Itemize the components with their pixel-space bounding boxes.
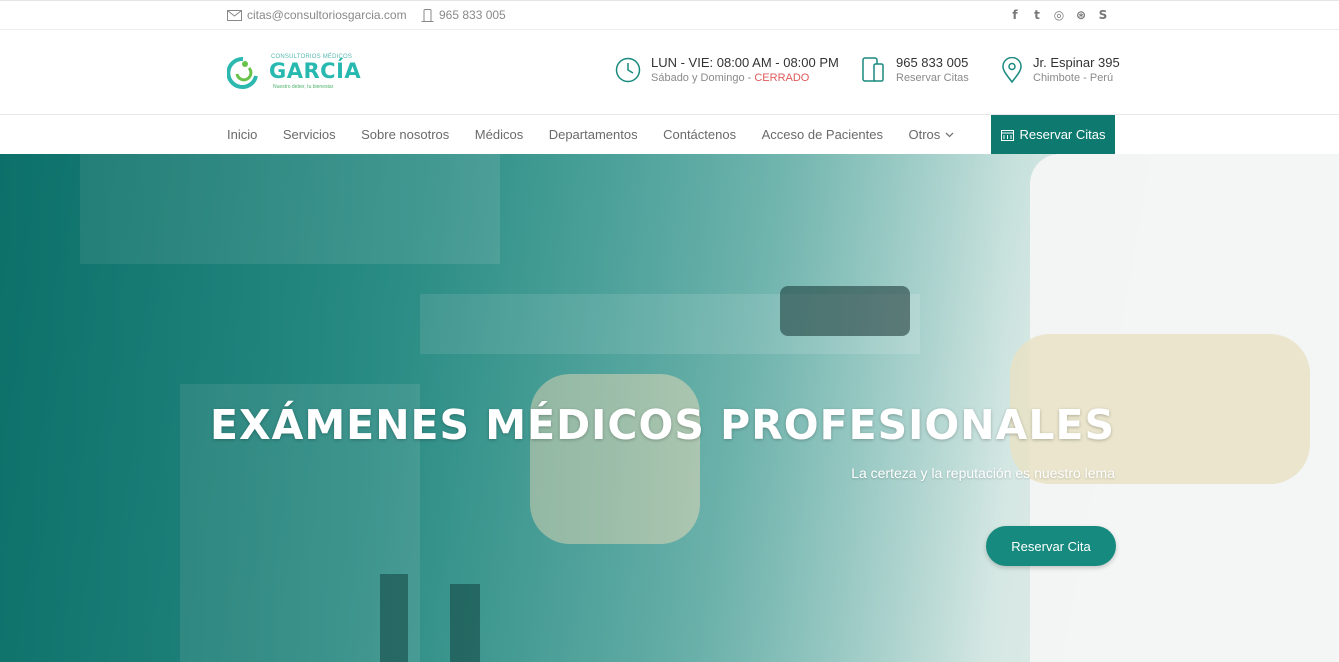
main-nav: Inicio Servicios Sobre nosotros Médicos … <box>0 115 1339 154</box>
logo-name: GARCÍA <box>269 59 362 83</box>
top-bar: citas@consultoriosgarcia.com 965 833 005… <box>0 0 1339 30</box>
nav-item-acceso-pacientes[interactable]: Acceso de Pacientes <box>762 127 883 142</box>
nav-menu: Inicio Servicios Sobre nosotros Médicos … <box>227 115 980 154</box>
envelope-icon <box>227 9 242 21</box>
address: Jr. Espinar 395 Chimbote - Perú <box>1001 55 1120 85</box>
booking-phone[interactable]: 965 833 005 Reservar Citas <box>860 55 969 85</box>
chevron-down-icon <box>945 132 954 137</box>
nav-item-otros[interactable]: Otros <box>909 127 955 142</box>
nav-item-contactenos[interactable]: Contáctenos <box>663 127 736 142</box>
skype-icon[interactable]: S <box>1096 8 1110 22</box>
address-street: Jr. Espinar 395 <box>1033 55 1120 70</box>
opening-hours: LUN - VIE: 08:00 AM - 08:00 PM Sábado y … <box>615 55 839 85</box>
reserve-appointments-button[interactable]: Reservar Citas <box>991 115 1115 154</box>
top-email-text[interactable]: citas@consultoriosgarcia.com <box>247 8 407 22</box>
map-pin-icon <box>1002 57 1022 83</box>
facebook-icon[interactable]: f <box>1008 8 1022 22</box>
twitter-icon[interactable]: t <box>1030 8 1044 22</box>
booking-phone-number[interactable]: 965 833 005 <box>896 55 969 71</box>
hours-closed: CERRADO <box>754 72 810 84</box>
social-links: f t ◎ ⊛ S <box>1008 8 1110 22</box>
logo-tagline: Nuestro deber, tu bienestar <box>273 84 334 90</box>
nav-item-otros-label[interactable]: Otros <box>909 127 941 142</box>
hours-title: LUN - VIE: 08:00 AM - 08:00 PM <box>651 55 839 70</box>
top-phone[interactable]: 965 833 005 <box>421 8 506 22</box>
nav-item-sobre-nosotros[interactable]: Sobre nosotros <box>361 127 449 142</box>
hero-reserve-button[interactable]: Reservar Cita <box>986 526 1116 566</box>
nav-item-medicos[interactable]: Médicos <box>475 127 523 142</box>
top-email[interactable]: citas@consultoriosgarcia.com <box>227 8 407 22</box>
reserve-appointments-label[interactable]: Reservar Citas <box>1020 127 1106 142</box>
booking-phone-label: Reservar Citas <box>896 72 969 84</box>
logo-mark-icon <box>227 56 258 89</box>
nav-item-departamentos[interactable]: Departamentos <box>549 127 638 142</box>
top-phone-text[interactable]: 965 833 005 <box>439 8 506 22</box>
nav-item-servicios[interactable]: Servicios <box>283 127 336 142</box>
header: CONSULTORIOS MÉDICOS GARCÍA Nuestro debe… <box>0 30 1339 115</box>
nav-item-inicio[interactable]: Inicio <box>227 127 257 142</box>
address-city: Chimbote - Perú <box>1033 72 1114 84</box>
hours-subtitle: Sábado y Domingo - CERRADO <box>651 71 839 85</box>
hero-title: EXÁMENES MÉDICOS PROFESIONALES <box>210 401 1115 449</box>
dribbble-icon[interactable]: ⊛ <box>1074 8 1088 22</box>
hero-banner: EXÁMENES MÉDICOS PROFESIONALES La certez… <box>0 154 1339 662</box>
hero-subtitle: La certeza y la reputación es nuestro le… <box>851 465 1115 481</box>
calendar-icon <box>1000 129 1014 141</box>
phone-icon <box>421 8 434 22</box>
instagram-icon[interactable]: ◎ <box>1052 8 1066 22</box>
clock-icon <box>615 57 641 83</box>
mobile-phone-icon <box>862 57 884 82</box>
hours-weekend: Sábado y Domingo - <box>651 72 755 84</box>
logo[interactable]: CONSULTORIOS MÉDICOS GARCÍA Nuestro debe… <box>227 54 361 94</box>
